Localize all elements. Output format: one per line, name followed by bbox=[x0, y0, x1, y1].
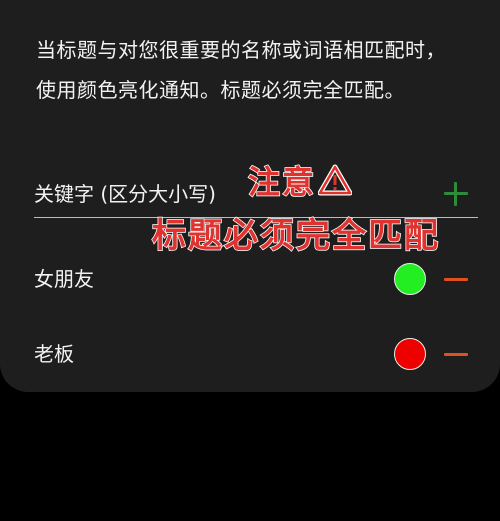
annotation-exact-match: 标题必须完全匹配 bbox=[151, 215, 440, 257]
minus-icon bbox=[444, 278, 468, 281]
minus-icon bbox=[444, 353, 468, 356]
add-keyword-button[interactable] bbox=[440, 178, 472, 210]
keyword-label: 老板 bbox=[34, 342, 74, 366]
remove-keyword-button[interactable] bbox=[444, 338, 468, 370]
annotation-warning: 注意 bbox=[247, 160, 353, 204]
color-swatch-button[interactable] bbox=[394, 263, 426, 295]
description-text: 当标题与对您很重要的名称或词语相匹配时，使用颜色亮化通知。标题必须完全匹配。 bbox=[36, 38, 446, 102]
remove-keyword-button[interactable] bbox=[444, 263, 468, 295]
color-swatch-button[interactable] bbox=[394, 338, 426, 370]
warning-triangle-icon bbox=[318, 164, 353, 196]
keyword-label: 女朋友 bbox=[34, 267, 94, 291]
keyword-input[interactable] bbox=[34, 174, 430, 214]
annotation-warning-text: 注意 bbox=[247, 162, 317, 202]
keyword-row: 老板 bbox=[34, 334, 478, 374]
keyword-row: 女朋友 bbox=[34, 259, 478, 299]
